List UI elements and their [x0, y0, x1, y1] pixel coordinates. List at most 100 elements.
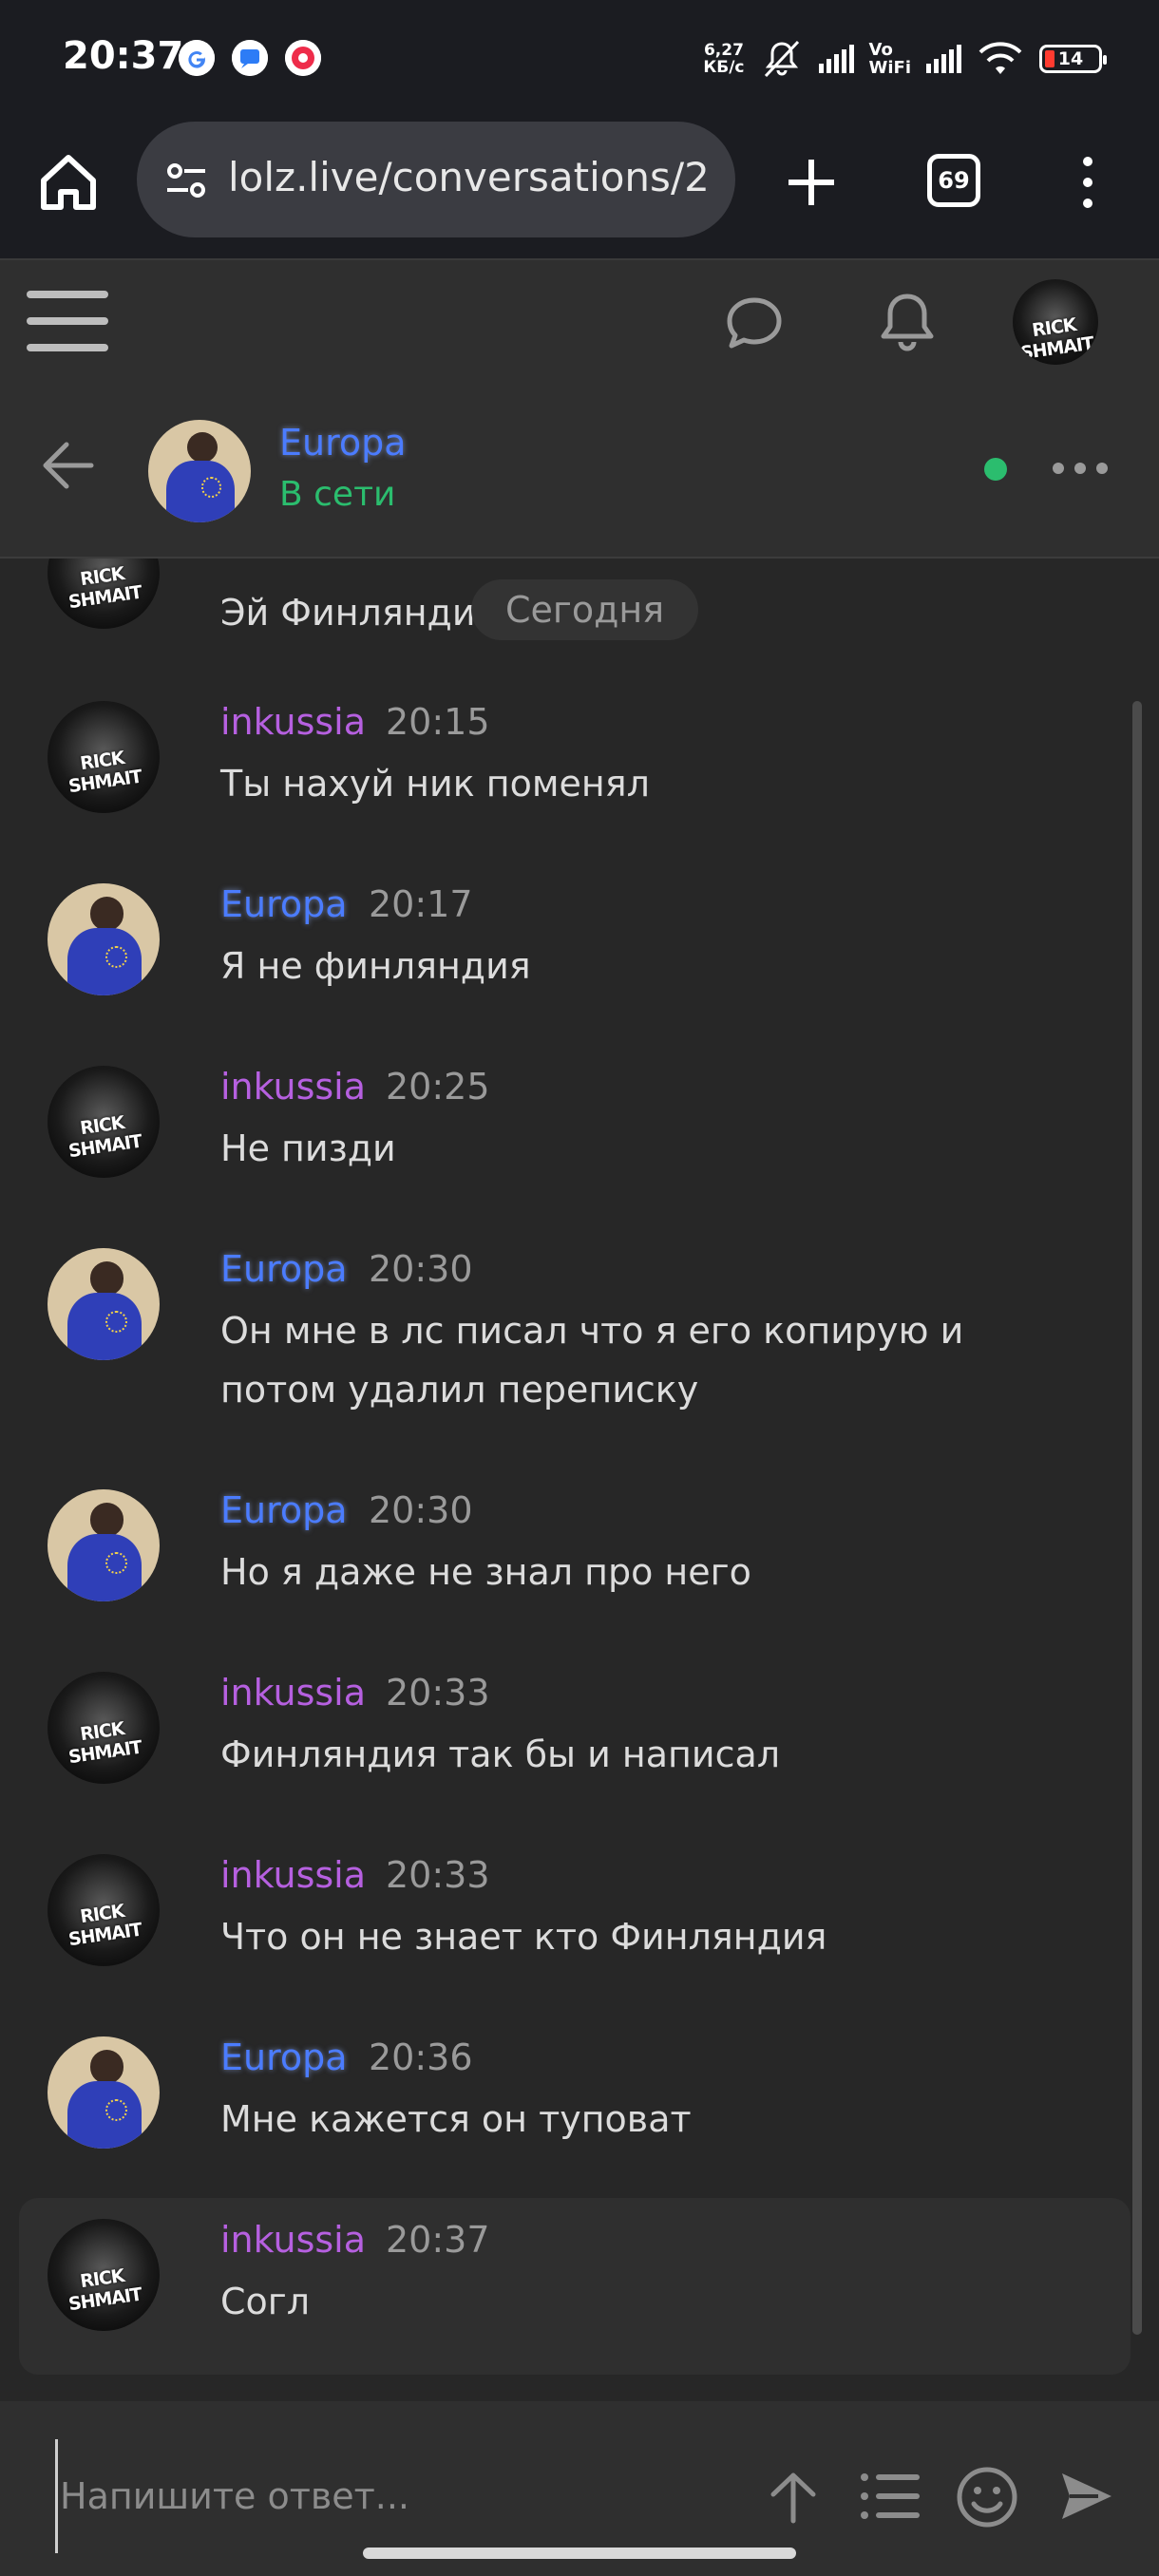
avatar-logo-text: RICK SHMAIT	[66, 1111, 143, 1163]
online-status: В сети	[279, 475, 396, 514]
message-author[interactable]: inkussia	[220, 2219, 366, 2261]
message-avatar[interactable]: RICK SHMAIT	[48, 701, 160, 813]
google-app-icon	[179, 40, 215, 76]
emoji-icon[interactable]	[956, 2466, 1018, 2529]
message-text: Что он не знает кто Финляндия	[220, 1916, 827, 1958]
message-avatar[interactable]	[48, 2036, 160, 2149]
vowifi-line1: Vo	[868, 40, 893, 60]
message-item: RICK SHMAIT inkussia 20:33 Финляндия так…	[0, 1672, 1159, 1852]
message-item-latest: RICK SHMAIT inkussia 20:37 Согл	[19, 2198, 1130, 2375]
message-avatar[interactable]	[48, 883, 160, 995]
message-time: 20:33	[386, 1854, 490, 1896]
vowifi-label: Vo WiFi	[869, 41, 912, 77]
message-text: Я не финляндия	[220, 945, 531, 987]
avatar-logo-text: RICK SHMAIT	[1018, 313, 1095, 364]
message-time: 20:15	[386, 701, 490, 743]
message-time: 20:25	[386, 1066, 490, 1108]
message-avatar[interactable]: RICK SHMAIT	[48, 1854, 160, 1966]
message-author[interactable]: Europa	[220, 1248, 348, 1290]
message-item: Europa 20:30 Он мне в лс писал что я его…	[0, 1248, 1159, 1486]
gesture-bar[interactable]	[363, 2548, 796, 2559]
network-speed: 6,27 КБ/с	[703, 42, 744, 76]
message-item: Europa 20:17 Я не финляндия	[0, 883, 1159, 1064]
reply-input[interactable]: Напишите ответ...	[55, 2439, 720, 2553]
message-time: 20:37	[386, 2219, 490, 2261]
status-bar: 20:37 6,27 КБ/с Vo WiFi 14	[0, 0, 1159, 116]
conversation-name[interactable]: Europa	[279, 422, 407, 464]
message-item: RICK SHMAIT inkussia 20:25 Не пизди	[0, 1066, 1159, 1246]
message-avatar[interactable]: RICK SHMAIT	[48, 1672, 160, 1784]
vowifi-line2: WiFi	[868, 58, 912, 78]
status-icons: 6,27 КБ/с Vo WiFi 14	[703, 38, 1107, 80]
scrollbar[interactable]	[1132, 701, 1142, 2335]
record-app-icon	[285, 40, 321, 76]
message-text: Финляндия так бы и написал	[220, 1733, 781, 1775]
message-item: RICK SHMAIT inkussia 20:15 Ты нахуй ник …	[0, 701, 1159, 881]
browser-toolbar: lolz.live/conversations/2 69	[0, 116, 1159, 258]
message-time: 20:30	[369, 1489, 473, 1531]
message-time: 20:17	[369, 883, 473, 925]
message-avatar[interactable]: RICK SHMAIT	[48, 1066, 160, 1178]
avatar-logo-text: RICK SHMAIT	[66, 562, 143, 614]
message-author[interactable]: inkussia	[220, 1854, 366, 1896]
message-text: Он мне в лс писал что я его копирую и по…	[220, 1310, 964, 1411]
message-time: 20:36	[369, 2036, 473, 2078]
battery-icon: 14	[1039, 45, 1107, 73]
avatar-logo-text: RICK SHMAIT	[66, 747, 143, 798]
conversation-avatar[interactable]	[148, 420, 251, 522]
message-text: Мне кажется он туповат	[220, 2098, 692, 2140]
battery-percent: 14	[1057, 48, 1084, 69]
message-text: Но я даже не знал про него	[220, 1551, 751, 1593]
tabs-icon[interactable]: 69	[927, 154, 980, 207]
wifi-icon	[978, 42, 1022, 74]
message-avatar[interactable]	[48, 1489, 160, 1601]
list-icon[interactable]	[859, 2470, 920, 2523]
send-icon[interactable]	[1058, 2468, 1115, 2525]
online-dot	[984, 458, 1007, 481]
message-avatar[interactable]	[48, 1248, 160, 1360]
message-author[interactable]: inkussia	[220, 701, 366, 743]
message-time: 20:33	[386, 1672, 490, 1714]
kebab-menu-icon[interactable]	[1074, 154, 1102, 211]
user-avatar[interactable]: RICK SHMAIT	[1013, 279, 1098, 365]
url-text[interactable]: lolz.live/conversations/2	[228, 154, 722, 200]
message-author[interactable]: Europa	[220, 883, 348, 925]
message-author[interactable]: inkussia	[220, 1066, 366, 1108]
status-time: 20:37	[63, 34, 184, 78]
upload-arrow-icon[interactable]	[768, 2470, 819, 2525]
address-bar[interactable]: lolz.live/conversations/2	[137, 122, 735, 237]
message-author[interactable]: Europa	[220, 2036, 348, 2078]
avatar-logo-text: RICK SHMAIT	[66, 1717, 143, 1769]
message-author[interactable]: Europa	[220, 1489, 348, 1531]
bell-icon[interactable]	[876, 289, 939, 355]
message-item: Europa 20:36 Мне кажется он туповат	[0, 2036, 1159, 2217]
site-settings-icon[interactable]	[165, 160, 207, 201]
chat-bubble-icon[interactable]	[724, 293, 785, 353]
date-separator: Сегодня	[471, 579, 699, 640]
avatar-logo-text: RICK SHMAIT	[66, 1900, 143, 1951]
plus-icon[interactable]	[783, 154, 840, 211]
conversation-header: Europa В сети	[0, 382, 1159, 559]
message-text: Не пизди	[220, 1127, 396, 1169]
message-item: Europa 20:30 Но я даже не знал про него	[0, 1489, 1159, 1670]
message-text: Согл	[220, 2281, 311, 2322]
message-avatar[interactable]: RICK SHMAIT	[48, 559, 160, 629]
network-speed-unit: КБ/с	[703, 58, 745, 77]
hamburger-icon[interactable]	[27, 287, 108, 355]
message-author[interactable]: inkussia	[220, 1672, 366, 1714]
network-speed-value: 6,27	[703, 41, 744, 60]
message-item: RICK SHMAIT inkussia 20:33 Что он не зна…	[0, 1854, 1159, 2035]
back-arrow-icon[interactable]	[38, 437, 95, 494]
messenger-app-icon	[232, 40, 268, 76]
silent-bell-icon	[764, 40, 799, 78]
more-dots-icon[interactable]	[1051, 454, 1110, 483]
message-list[interactable]: RICK SHMAIT Эй Финляндия Сегодня RICK SH…	[0, 559, 1159, 2392]
site-header: RICK SHMAIT	[0, 258, 1159, 384]
message-avatar[interactable]: RICK SHMAIT	[48, 2219, 160, 2331]
signal-bars-2-icon	[926, 45, 961, 73]
message-time: 20:30	[369, 1248, 473, 1290]
home-icon[interactable]	[36, 150, 101, 215]
avatar-logo-text: RICK SHMAIT	[66, 2264, 143, 2316]
message-text: Ты нахуй ник поменял	[220, 763, 650, 805]
signal-bars-icon	[818, 45, 854, 73]
